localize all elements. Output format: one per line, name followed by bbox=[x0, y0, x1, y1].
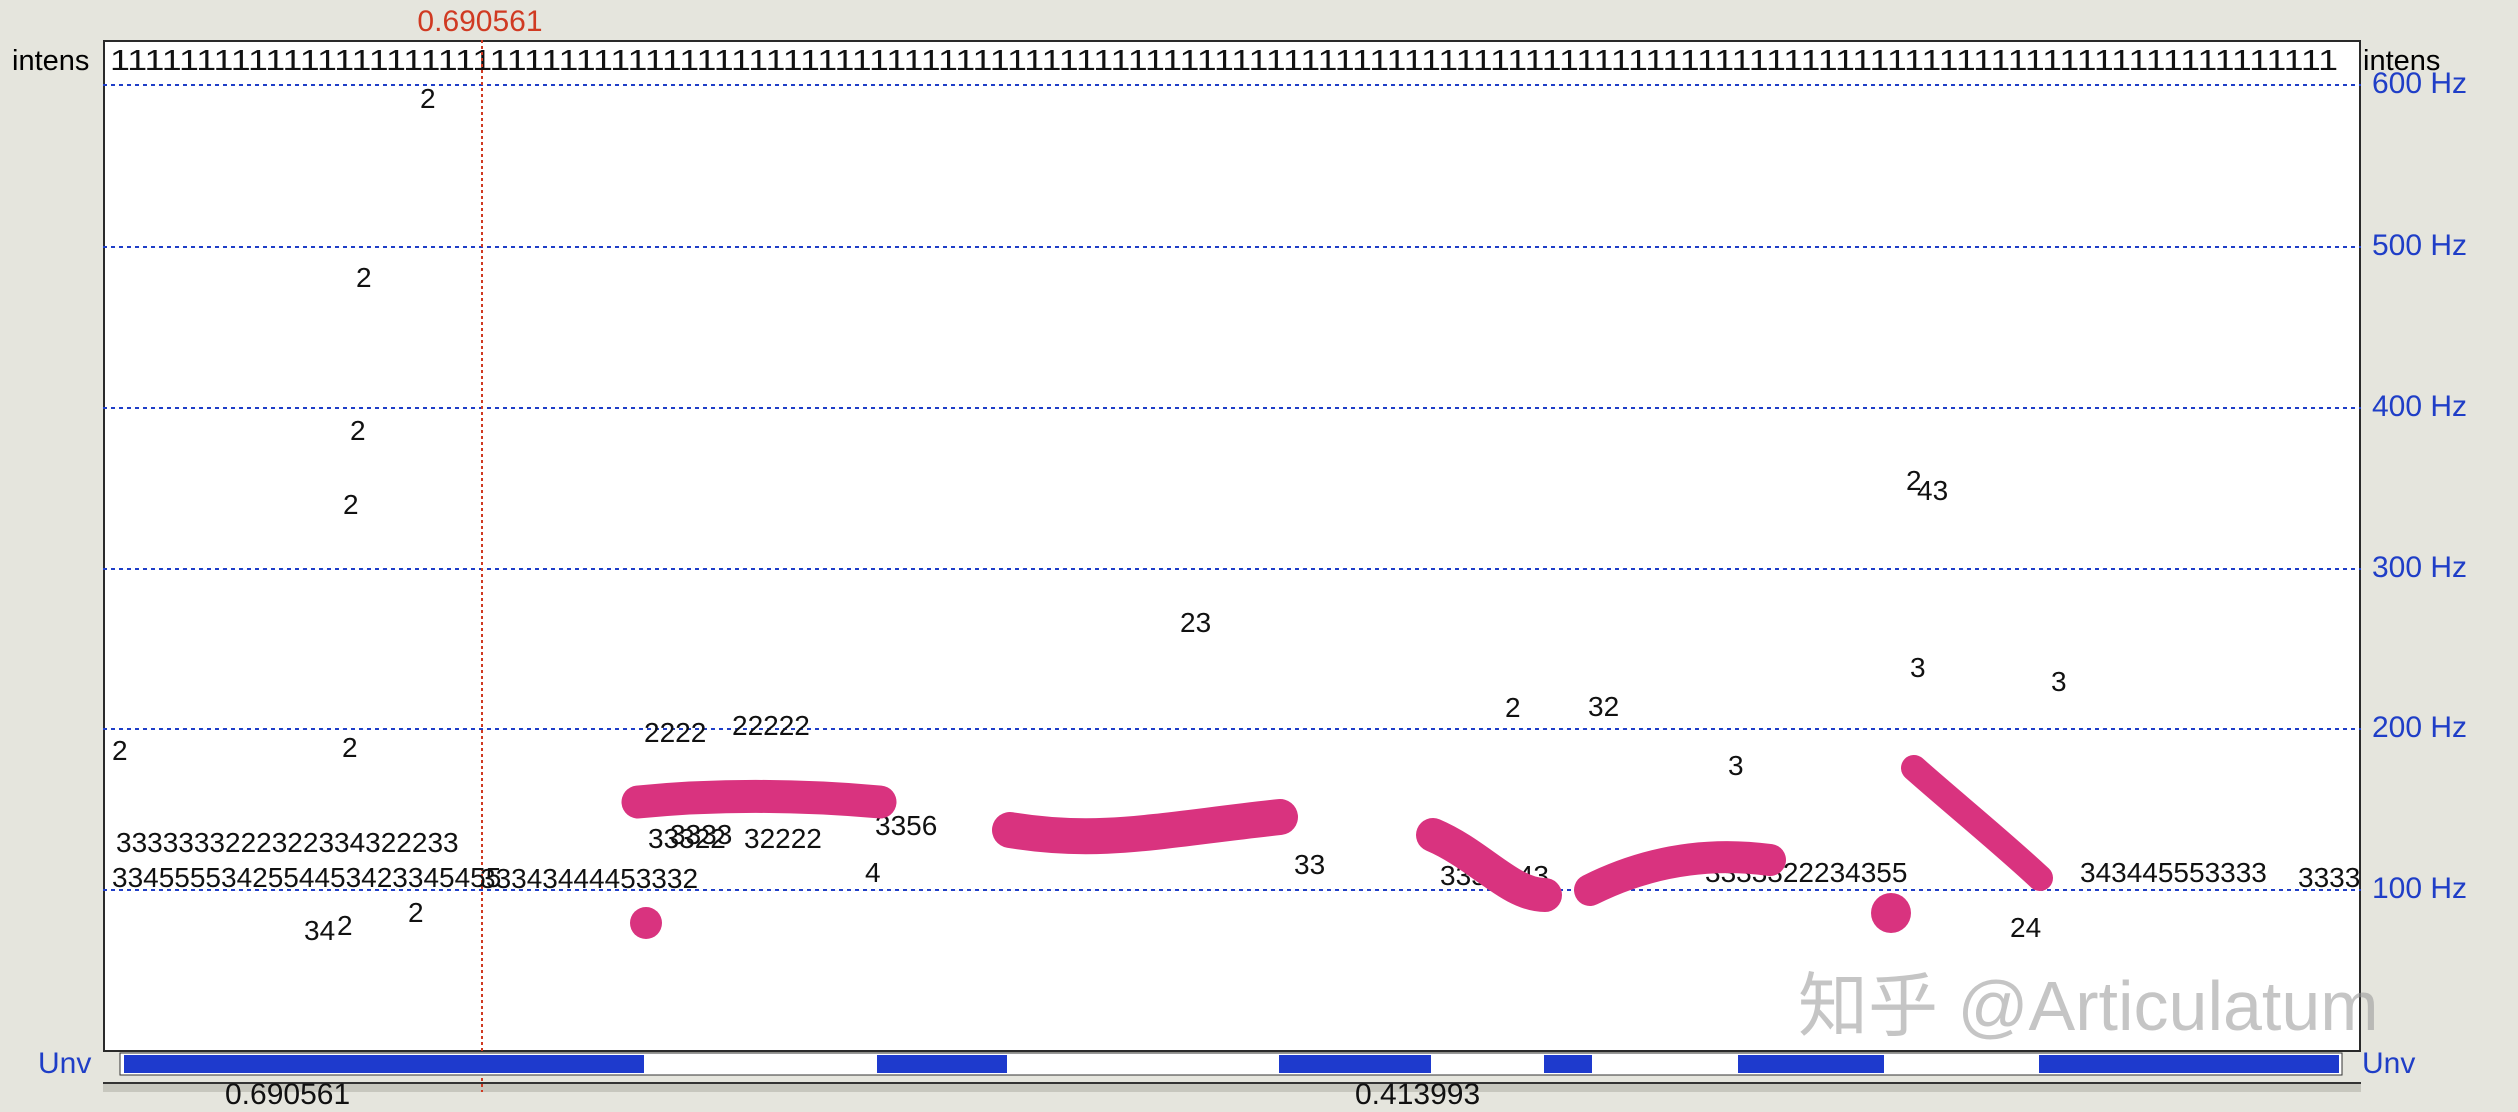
candidate-cluster: 33322 bbox=[648, 823, 726, 854]
pitch-track-canvas: 1111111111111111111111111111111111111111… bbox=[103, 40, 2361, 1092]
candidate-cluster: 2 bbox=[112, 735, 128, 766]
candidate-cluster: 2 bbox=[343, 489, 359, 520]
candidate-strength-text: 1111111111111111111111111111111111111111… bbox=[110, 45, 2338, 77]
candidate-cluster: 2 bbox=[342, 732, 358, 763]
candidate-cluster: 2222 bbox=[644, 717, 706, 748]
candidate-cluster: 2 bbox=[408, 897, 424, 928]
voicing-strip bbox=[119, 1052, 2343, 1076]
pitch-contour-segment bbox=[1901, 755, 2053, 891]
pitch-contour-segment bbox=[992, 799, 1298, 855]
candidate-cluster: 2 bbox=[420, 83, 436, 114]
voiced-segment bbox=[2039, 1055, 2339, 1073]
pitch-contour bbox=[621, 755, 2053, 939]
candidate-cluster: 3333 bbox=[2298, 862, 2360, 893]
candidate-cluster: 3 bbox=[2051, 666, 2067, 697]
pitch-point bbox=[1871, 893, 1911, 933]
candidate-cluster: 3 bbox=[1728, 750, 1744, 781]
pitch-point bbox=[630, 907, 662, 939]
candidate-cluster: 2 bbox=[356, 262, 372, 293]
candidate-cluster: 3 bbox=[1910, 652, 1926, 683]
pitch-contour-segment bbox=[621, 779, 897, 819]
candidate-cluster: 22222 bbox=[732, 710, 810, 741]
candidate-cluster: 2 bbox=[337, 910, 353, 941]
voiced-segment bbox=[1738, 1055, 1884, 1073]
candidate-cluster: 4 bbox=[865, 857, 881, 888]
candidate-cluster: 34 bbox=[304, 915, 335, 946]
voiced-segment bbox=[1544, 1055, 1592, 1073]
candidate-cluster: 32222 bbox=[744, 823, 822, 854]
candidate-cluster: 33 bbox=[1294, 849, 1325, 880]
voiced-segment bbox=[124, 1055, 644, 1073]
candidate-cluster: 3345555342554453423345455 bbox=[112, 862, 501, 893]
voiced-segment bbox=[1279, 1055, 1431, 1073]
candidate-cluster: 2 bbox=[1505, 692, 1521, 723]
candidate-cluster: 24 bbox=[2010, 912, 2041, 943]
candidate-cluster: 32 bbox=[1588, 691, 1619, 722]
candidate-cluster: 43 bbox=[1917, 475, 1948, 506]
candidate-cluster: 33343444453332 bbox=[480, 863, 698, 894]
candidate-cluster: 2 bbox=[350, 415, 366, 446]
voiced-segment bbox=[877, 1055, 1007, 1073]
frequency-grid bbox=[103, 84, 2361, 891]
candidate-cluster: 3333333222322334322233 bbox=[116, 827, 459, 858]
candidate-cluster: 343445553333 bbox=[2080, 857, 2267, 888]
candidate-cluster: 23 bbox=[1180, 607, 1211, 638]
